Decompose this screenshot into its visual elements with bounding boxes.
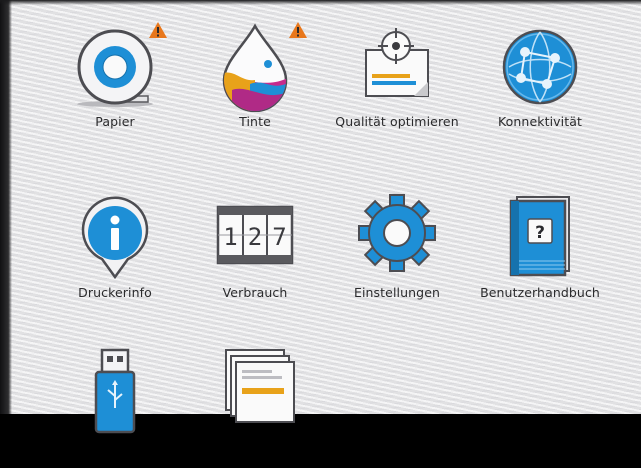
counter-digit-2: 2 [248, 223, 262, 251]
warning-icon [289, 22, 307, 38]
tile-settings[interactable]: Einstellungen [327, 193, 467, 313]
tile-connectivity-label: Konnektivität [497, 114, 582, 129]
info-pin-icon [81, 196, 149, 280]
tile-usage[interactable]: 1 2 7 Verbrauch [185, 193, 325, 313]
tile-connectivity[interactable]: Konnektivität [470, 22, 610, 142]
tile-paper-label: Papier [95, 114, 135, 129]
tile-print-jobs[interactable] [185, 348, 325, 468]
ink-drop-icon [222, 23, 288, 112]
tile-ink-label: Tinte [239, 114, 271, 129]
screen-bezel-left [0, 0, 12, 414]
tile-user-guide-label: Benutzerhandbuch [480, 285, 600, 300]
paper-roll-icon [77, 29, 153, 107]
tile-usage-label: Verbrauch [222, 285, 288, 300]
print-jobs-icon [225, 349, 295, 423]
tile-settings-label: Einstellungen [353, 285, 441, 300]
print-quality-icon [365, 28, 429, 97]
globe-network-icon [502, 29, 578, 105]
tile-user-guide[interactable]: ? Benutzerhandbuch [470, 193, 610, 313]
tile-paper[interactable]: Papier [45, 22, 185, 142]
warning-icon [149, 22, 167, 38]
help-book-icon: ? [509, 196, 570, 277]
printer-home-screen: Papier Tinte Qualität optimieren Konnekt… [0, 0, 641, 434]
counter-digit-3: 7 [272, 223, 286, 251]
tile-usb[interactable] [45, 348, 185, 468]
tile-print-quality[interactable]: Qualität optimieren [327, 22, 467, 142]
tile-print-quality-label: Qualität optimieren [335, 114, 459, 129]
usage-counter-icon: 1 2 7 [216, 205, 294, 265]
tile-printer-info-label: Druckerinfo [78, 285, 152, 300]
counter-digit-1: 1 [223, 223, 237, 251]
screen-bezel-top [0, 0, 641, 5]
tile-printer-info[interactable]: Druckerinfo [45, 193, 185, 313]
tile-ink[interactable]: Tinte [185, 22, 325, 142]
help-glyph: ? [535, 223, 545, 243]
gear-icon [358, 194, 436, 272]
usb-drive-icon [94, 348, 136, 434]
